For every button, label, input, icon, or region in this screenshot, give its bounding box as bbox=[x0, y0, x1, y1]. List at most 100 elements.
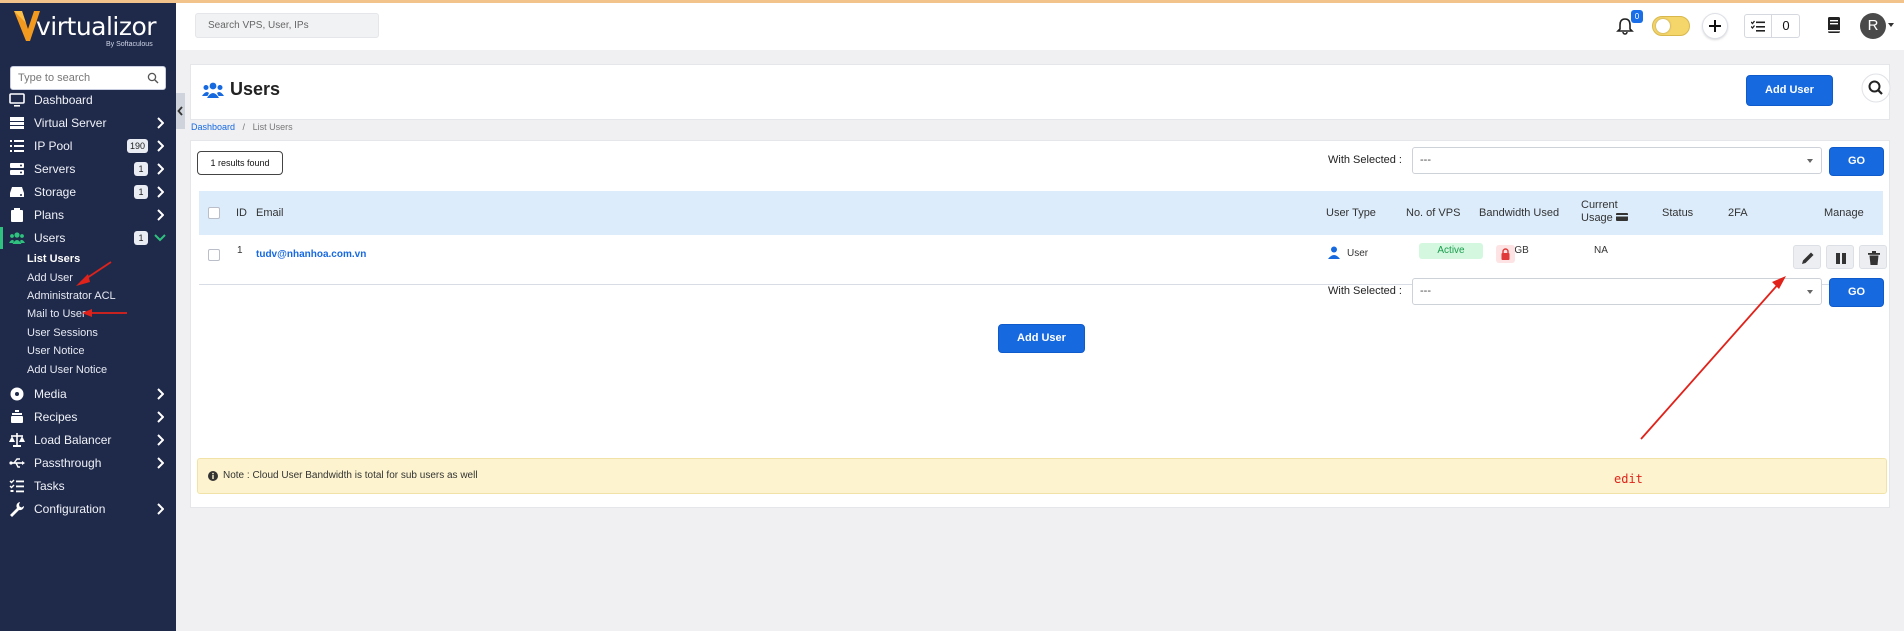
sidebar: virtualizor By Softaculous Dashboard Vir… bbox=[0, 3, 176, 631]
sidebar-item-configuration[interactable]: Configuration bbox=[0, 498, 176, 520]
go-button-top[interactable]: GO bbox=[1829, 147, 1884, 176]
col-current-usage-line2: Usage bbox=[1581, 212, 1628, 224]
breadcrumb-dashboard-link[interactable]: Dashboard bbox=[191, 122, 235, 132]
row-checkbox[interactable] bbox=[208, 249, 220, 261]
search-button[interactable] bbox=[1861, 73, 1891, 103]
plus-icon bbox=[1709, 20, 1721, 32]
sidebar-item-label: Virtual Server bbox=[34, 116, 107, 130]
brand-name: virtualizor bbox=[36, 12, 157, 41]
chevron-right-icon bbox=[157, 411, 164, 423]
status-badge: Active bbox=[1419, 243, 1483, 259]
breadcrumb: Dashboard / List Users bbox=[191, 122, 293, 132]
count-badge: 1 bbox=[134, 162, 148, 176]
row-user-type: User bbox=[1347, 248, 1369, 259]
col-current-usage: Current Usage bbox=[1581, 199, 1628, 224]
col-email: Email bbox=[256, 207, 284, 219]
top-header: 0 0 R bbox=[176, 3, 1904, 50]
count-badge: 1 bbox=[134, 231, 148, 245]
sidebar-item-label: Media bbox=[34, 387, 67, 401]
chevron-down-icon bbox=[154, 234, 166, 242]
chevron-right-icon bbox=[157, 434, 164, 446]
recipe-icon bbox=[11, 410, 23, 423]
note-text: Note : Cloud User Bandwidth is total for… bbox=[223, 470, 478, 481]
caret-down-icon bbox=[1807, 159, 1813, 163]
hdd-icon bbox=[10, 187, 24, 197]
server-rack-icon bbox=[10, 163, 24, 175]
delete-button[interactable] bbox=[1859, 245, 1887, 269]
bulk-action-select-bottom[interactable]: --- bbox=[1412, 278, 1822, 305]
col-status: Status bbox=[1662, 207, 1694, 219]
caret-down-icon bbox=[1807, 290, 1813, 294]
sidebar-item-media[interactable]: Media bbox=[0, 383, 176, 405]
tasks-button[interactable]: 0 bbox=[1744, 14, 1800, 38]
sidebar-item-label: Configuration bbox=[34, 502, 106, 516]
user-avatar[interactable]: R bbox=[1860, 13, 1886, 39]
book-icon[interactable] bbox=[1827, 17, 1841, 33]
submenu-mail-to-user[interactable]: Mail to User bbox=[27, 308, 86, 320]
caret-down-icon[interactable] bbox=[1888, 23, 1894, 27]
col-bandwidth: Bandwidth Used bbox=[1479, 207, 1560, 219]
sidebar-item-ip-pool[interactable]: IP Pool 190 bbox=[0, 135, 176, 157]
search-icon[interactable] bbox=[147, 72, 159, 84]
sidebar-search-input[interactable] bbox=[11, 67, 137, 89]
notification-badge: 0 bbox=[1631, 10, 1643, 23]
bulk-action-select-top[interactable]: --- bbox=[1412, 147, 1822, 174]
table-header: ID Email User Type No. of VPS Bandwidth … bbox=[199, 191, 1883, 235]
row-email-link[interactable]: tudv@nhanhoa.com.vn bbox=[256, 249, 366, 260]
sidebar-item-label: Dashboard bbox=[34, 93, 93, 107]
sidebar-search bbox=[10, 66, 166, 90]
submenu-add-user-notice[interactable]: Add User Notice bbox=[27, 364, 107, 376]
sidebar-item-users[interactable]: Users 1 bbox=[0, 227, 176, 249]
brand-byline: By Softaculous bbox=[106, 41, 153, 48]
add-user-button[interactable]: Add User bbox=[1746, 75, 1833, 106]
sidebar-item-recipes[interactable]: Recipes bbox=[0, 406, 176, 428]
sidebar-item-plans[interactable]: Plans bbox=[0, 204, 176, 226]
count-badge: 190 bbox=[126, 139, 148, 153]
global-search-input[interactable] bbox=[196, 14, 372, 37]
col-num-vps: No. of VPS bbox=[1406, 207, 1461, 219]
pause-icon bbox=[1836, 253, 1846, 264]
sidebar-item-storage[interactable]: Storage 1 bbox=[0, 181, 176, 203]
sidebar-item-servers[interactable]: Servers 1 bbox=[0, 158, 176, 180]
sidebar-item-virtual-server[interactable]: Virtual Server bbox=[0, 112, 176, 134]
edit-annotation-label: edit bbox=[1614, 472, 1643, 486]
submenu-user-sessions[interactable]: User Sessions bbox=[27, 327, 98, 339]
server-icon bbox=[10, 117, 24, 129]
sidebar-item-tasks[interactable]: Tasks bbox=[0, 475, 176, 497]
col-current-usage-line1: Current bbox=[1581, 199, 1618, 211]
twofa-button[interactable] bbox=[1496, 245, 1515, 263]
page-title: Users bbox=[230, 79, 281, 99]
submenu-list-users[interactable]: List Users bbox=[27, 253, 80, 265]
wrench-icon bbox=[10, 502, 25, 517]
sidebar-item-label: Plans bbox=[34, 208, 65, 222]
task-list-icon bbox=[1751, 20, 1765, 32]
col-2fa: 2FA bbox=[1728, 207, 1748, 219]
breadcrumb-separator: / bbox=[242, 122, 246, 132]
chevron-right-icon bbox=[157, 186, 164, 198]
submenu-add-user[interactable]: Add User bbox=[27, 272, 73, 284]
with-selected-label-bottom: With Selected : bbox=[1328, 285, 1402, 297]
suspend-button[interactable] bbox=[1826, 245, 1854, 269]
users-icon bbox=[9, 232, 25, 244]
sidebar-item-passthrough[interactable]: Passthrough bbox=[0, 452, 176, 474]
sidebar-item-load-balancer[interactable]: Load Balancer bbox=[0, 429, 176, 451]
global-search bbox=[195, 13, 379, 38]
sidebar-collapse-handle[interactable] bbox=[176, 93, 185, 129]
submenu-user-notice[interactable]: User Notice bbox=[27, 345, 84, 357]
sidebar-item-dashboard[interactable]: Dashboard bbox=[0, 89, 176, 111]
add-user-button-bottom[interactable]: Add User bbox=[998, 324, 1085, 353]
chevron-right-icon bbox=[157, 163, 164, 175]
col-current-usage-label: Usage bbox=[1581, 212, 1613, 224]
theme-toggle[interactable] bbox=[1652, 16, 1690, 36]
breadcrumb-current: List Users bbox=[252, 122, 293, 132]
select-all-checkbox[interactable] bbox=[208, 207, 220, 219]
submenu-administrator-acl[interactable]: Administrator ACL bbox=[27, 290, 116, 302]
col-manage: Manage bbox=[1824, 207, 1864, 219]
brand-logo[interactable]: virtualizor By Softaculous bbox=[14, 11, 164, 48]
monitor-icon bbox=[9, 93, 25, 107]
go-button-bottom[interactable]: GO bbox=[1829, 278, 1884, 307]
trash-icon bbox=[1868, 251, 1880, 265]
add-button[interactable] bbox=[1702, 13, 1728, 39]
list-icon bbox=[10, 140, 24, 152]
edit-button[interactable] bbox=[1793, 245, 1821, 269]
